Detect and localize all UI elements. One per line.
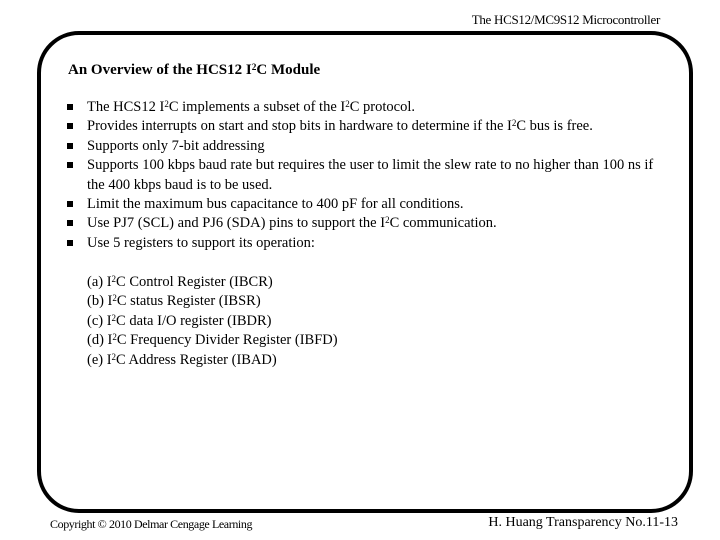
- register-item: (d) I2C Frequency Divider Register (IBFD…: [87, 331, 338, 350]
- register-item: (b) I2C status Register (IBSR): [87, 292, 338, 311]
- bullet-text: Limit the maximum bus capacitance to 400…: [87, 196, 464, 213]
- bullet-item: Limit the maximum bus capacitance to 400…: [67, 195, 667, 214]
- square-bullet-icon: [67, 201, 73, 208]
- bullet-text: C communication.: [389, 215, 497, 232]
- bullet-text: Use PJ7 (SCL) and PJ6 (SDA) pins to supp…: [87, 215, 386, 232]
- register-item: (e) I2C Address Register (IBAD): [87, 351, 338, 370]
- register-prefix: (b) I: [87, 293, 113, 310]
- register-prefix: (a) I: [87, 274, 112, 290]
- register-prefix: (c) I: [87, 312, 112, 329]
- bullet-item: Supports only 7-bit addressing: [67, 137, 667, 156]
- bullet-text: The HCS12 I: [87, 99, 165, 115]
- register-suffix: C data I/O register (IBDR): [116, 312, 272, 329]
- register-item: (a) I2C Control Register (IBCR): [87, 273, 338, 292]
- register-suffix: C Address Register (IBAD): [116, 351, 277, 368]
- square-bullet-icon: [67, 104, 73, 110]
- register-item: (c) I2C data I/O register (IBDR): [87, 312, 338, 331]
- bullet-text: Provides interrupts on start and stop bi…: [87, 118, 512, 135]
- register-suffix: C status Register (IBSR): [116, 293, 261, 310]
- square-bullet-icon: [67, 123, 73, 130]
- bullet-item: Use PJ7 (SCL) and PJ6 (SDA) pins to supp…: [67, 214, 667, 233]
- bullet-text: C implements a subset of the I: [168, 99, 346, 115]
- slide-title: An Overview of the HCS12 I2C Module: [68, 62, 320, 79]
- bullet-text: C protocol.: [349, 99, 415, 115]
- square-bullet-icon: [67, 220, 73, 227]
- register-suffix: C Frequency Divider Register (IBFD): [116, 332, 338, 349]
- bullet-text: Supports only 7-bit addressing: [87, 137, 265, 154]
- bullet-item: Supports 100 kbps baud rate but requires…: [67, 156, 667, 195]
- register-prefix: (d) I: [87, 332, 113, 349]
- register-suffix: C Control Register (IBCR): [116, 274, 273, 290]
- register-prefix: (e) I: [87, 351, 112, 368]
- title-suffix: C Module: [256, 62, 321, 78]
- bullet-text: Use 5 registers to support its operation…: [87, 234, 315, 251]
- bullet-text: Supports 100 kbps baud rate but requires…: [87, 157, 654, 193]
- copyright-footer: Copyright © 2010 Delmar Cengage Learning: [50, 517, 253, 531]
- square-bullet-icon: [67, 142, 73, 149]
- transparency-number: H. Huang Transparency No.11-13: [488, 515, 678, 530]
- bullet-item: Provides interrupts on start and stop bi…: [67, 117, 667, 136]
- bullet-list: The HCS12 I2C implements a subset of the…: [67, 98, 667, 253]
- square-bullet-icon: [67, 162, 73, 169]
- bullet-text: C bus is free.: [516, 118, 593, 135]
- square-bullet-icon: [67, 239, 73, 246]
- bullet-item: The HCS12 I2C implements a subset of the…: [67, 98, 667, 117]
- course-title-header: The HCS12/MC9S12 Microcontroller: [471, 12, 661, 27]
- title-prefix: An Overview of the HCS12 I: [68, 62, 252, 78]
- bullet-item: Use 5 registers to support its operation…: [67, 234, 667, 253]
- register-list: (a) I2C Control Register (IBCR) (b) I2C …: [87, 273, 338, 370]
